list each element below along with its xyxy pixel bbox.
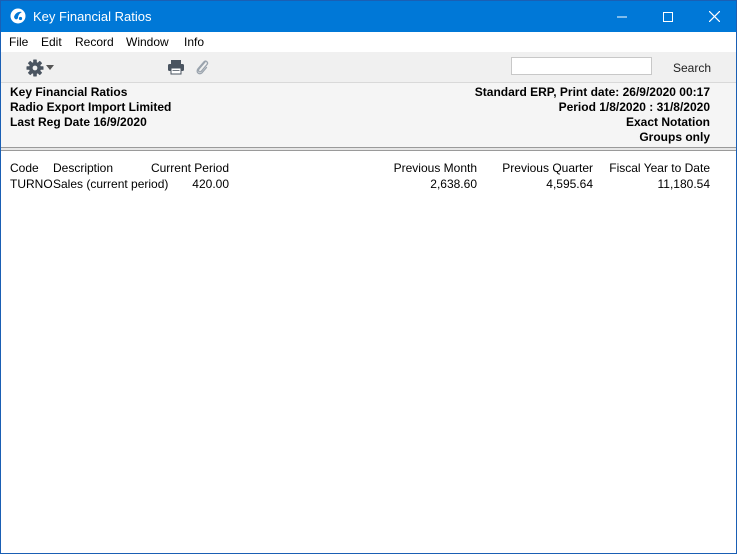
col-header-prev-month: Previous Month [393, 161, 477, 175]
notation: Exact Notation [625, 115, 710, 129]
paperclip-icon[interactable] [194, 58, 210, 76]
gear-icon[interactable] [25, 58, 45, 78]
maximize-button[interactable] [645, 1, 691, 32]
menu-bar: File Edit Record Window Info [1, 32, 736, 52]
maximize-icon [663, 11, 673, 22]
menu-info[interactable]: Info [184, 35, 204, 49]
toolbar: Search [1, 52, 736, 83]
search-button[interactable]: Search [673, 61, 711, 75]
print-info: Standard ERP, Print date: 26/9/2020 00:1… [474, 85, 710, 99]
col-header-fiscal-ytd: Fiscal Year to Date [609, 161, 710, 175]
report-title: Key Financial Ratios [10, 85, 128, 99]
cell-current: 420.00 [192, 177, 229, 191]
col-header-code: Code [10, 161, 39, 175]
search-input[interactable] [511, 57, 652, 75]
groups-only: Groups only [639, 130, 710, 144]
minimize-button[interactable] [599, 1, 645, 32]
report-window: Key Financial Ratios File Edit Record Wi… [0, 0, 737, 554]
print-icon[interactable] [167, 59, 185, 75]
menu-record[interactable]: Record [75, 35, 114, 49]
menu-edit[interactable]: Edit [41, 35, 62, 49]
last-reg-date: Last Reg Date 16/9/2020 [10, 115, 147, 129]
app-logo-icon [10, 8, 26, 24]
company-name: Radio Export Import Limited [10, 100, 172, 114]
col-header-description: Description [53, 161, 114, 175]
minimize-icon [617, 16, 627, 17]
close-button[interactable] [691, 1, 737, 32]
menu-file[interactable]: File [9, 35, 28, 49]
report-header: Key Financial Ratios Radio Export Import… [1, 83, 736, 147]
col-header-current: Current Period [150, 161, 229, 175]
menu-window[interactable]: Window [126, 35, 169, 49]
cell-fiscal-ytd: 11,180.54 [657, 177, 711, 191]
chevron-down-icon[interactable] [46, 65, 54, 70]
window-title: Key Financial Ratios [33, 9, 152, 24]
col-header-prev-quarter: Previous Quarter [502, 161, 593, 175]
cell-prev-month: 2,638.60 [430, 177, 477, 191]
period: Period 1/8/2020 : 31/8/2020 [558, 100, 710, 114]
close-icon [708, 11, 720, 22]
cell-code: TURNO [10, 177, 53, 191]
cell-prev-quarter: 4,595.64 [546, 177, 593, 191]
header-divider [1, 147, 736, 151]
title-bar[interactable]: Key Financial Ratios [1, 1, 736, 32]
